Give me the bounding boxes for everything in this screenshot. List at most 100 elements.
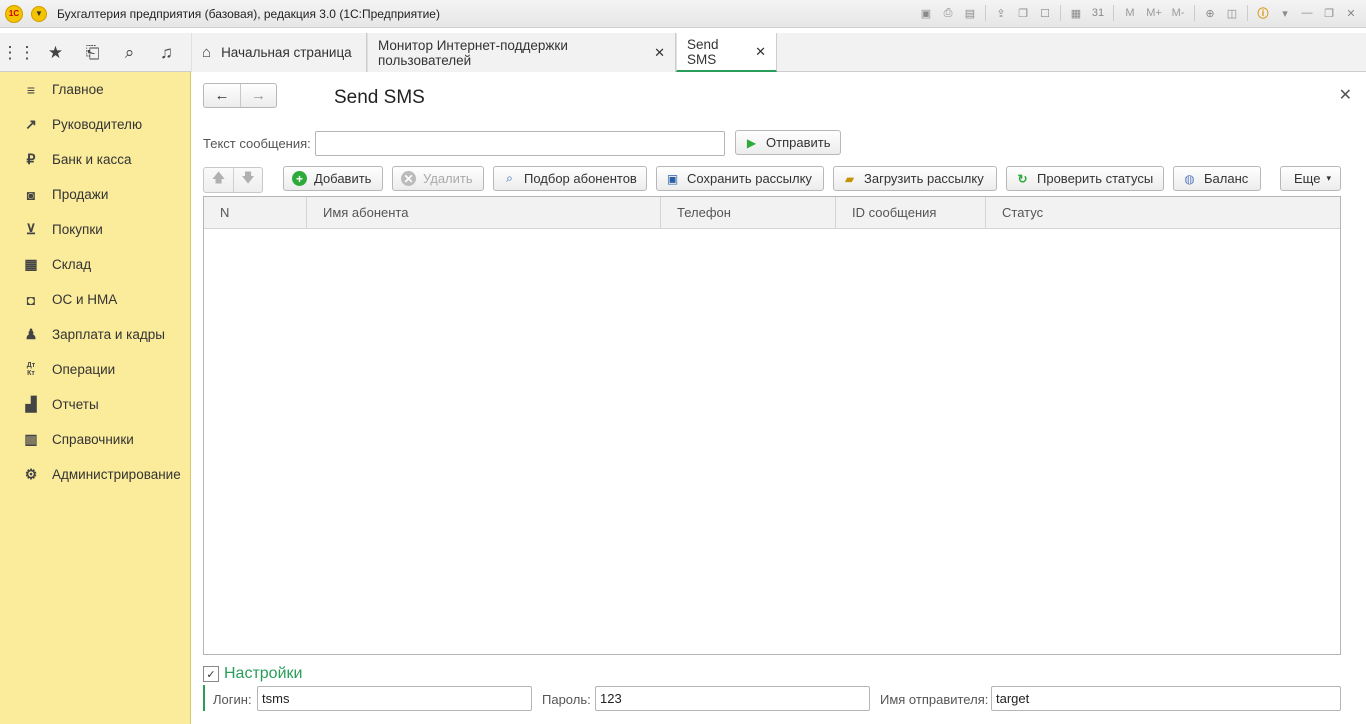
move-row-buttons: 🡅 🡇 <box>203 167 263 193</box>
info-icon[interactable]: ⓘ <box>1254 4 1272 22</box>
section-nav-icons: ⋮⋮ ★ ⎗ ⌕ ♫ <box>0 33 191 72</box>
column-header-phone[interactable]: Телефон <box>661 197 836 228</box>
page-title: Send SMS <box>334 87 425 108</box>
sidebar-item-manager[interactable]: ↗ Руководителю <box>0 107 190 142</box>
save-button-label: Сохранить рассылку <box>687 171 812 186</box>
add-button-label: Добавить <box>314 171 372 186</box>
login-field[interactable] <box>257 686 532 711</box>
home-icon: ⌂ <box>202 44 212 61</box>
sidebar-item-salary[interactable]: ♟ Зарплата и кадры <box>0 317 190 352</box>
toolbar-separator <box>1060 5 1061 21</box>
column-header-name[interactable]: Имя абонента <box>307 197 661 228</box>
zoom-icon[interactable]: ⊕ <box>1201 4 1219 22</box>
link-icon[interactable]: ☐ <box>1036 4 1054 22</box>
toolbar-separator <box>1194 5 1195 21</box>
subscribers-table[interactable]: N Имя абонента Телефон ID сообщения Стат… <box>203 196 1341 655</box>
cart-icon: ⊻ <box>25 221 37 237</box>
refresh-icon: ↻ <box>1017 171 1028 186</box>
chevron-down-icon[interactable]: ▾ <box>1276 4 1294 22</box>
apps-grid-icon[interactable]: ⋮⋮ <box>0 33 37 72</box>
bag-icon: ◙ <box>26 186 36 203</box>
forward-arrow-icon[interactable]: → <box>240 84 276 107</box>
sidebar-item-label: Зарплата и кадры <box>52 327 165 342</box>
search-icon[interactable]: ⌕ <box>111 33 148 72</box>
sidebar-item-operations[interactable]: Дт Кт Операции <box>0 352 190 387</box>
tab-support-monitor[interactable]: Монитор Интернет-поддержки пользователей… <box>367 33 676 72</box>
tab-label: Начальная страница <box>221 45 352 60</box>
close-icon[interactable]: ✕ <box>1339 85 1352 105</box>
memory-minus-icon[interactable]: M- <box>1168 4 1188 22</box>
login-label: Логин: <box>213 692 252 707</box>
delete-button[interactable]: ✕ Удалить <box>392 166 484 191</box>
copy-icon[interactable]: ❐ <box>1014 4 1032 22</box>
memory-plus-icon[interactable]: M+ <box>1144 4 1164 22</box>
sidebar-item-catalogs[interactable]: ▥ Справочники <box>0 422 190 457</box>
sections-sidebar: ≡ Главное ↗ Руководителю ₽ Банк и касса ◙ Пр… <box>0 72 191 724</box>
preview-icon[interactable]: ▤ <box>961 4 979 22</box>
send-document-icon[interactable]: ⇪ <box>992 4 1010 22</box>
sidebar-item-main[interactable]: ≡ Главное <box>0 72 190 107</box>
window-title: Бухгалтерия предприятия (базовая), редак… <box>57 6 440 21</box>
sidebar-item-admin[interactable]: ⚙ Администрирование <box>0 457 190 492</box>
load-mailing-button[interactable]: ▰ Загрузить рассылку <box>833 166 997 191</box>
sidebar-item-label: Администрирование <box>52 467 181 482</box>
arrow-up-icon[interactable]: 🡅 <box>204 168 233 192</box>
pick-subscribers-button[interactable]: ⌕ Подбор абонентов <box>493 166 647 191</box>
sender-name-field[interactable] <box>991 686 1341 711</box>
send-button[interactable]: ▶ Отправить <box>735 130 841 155</box>
menu-icon: ≡ <box>26 81 36 98</box>
print-icon[interactable]: ⎙ <box>939 4 957 22</box>
memory-icon[interactable]: M <box>1120 4 1140 22</box>
pick-button-label: Подбор абонентов <box>524 171 637 186</box>
bar-chart-icon: ▟ <box>25 396 37 412</box>
balance-button-label: Баланс <box>1204 171 1249 186</box>
sidebar-item-reports[interactable]: ▟ Отчеты <box>0 387 190 422</box>
send-button-label: Отправить <box>766 135 831 150</box>
tab-send-sms[interactable]: Send SMS ✕ <box>676 33 777 72</box>
dt-kt-icon: Дт Кт <box>26 361 36 377</box>
trend-icon: ↗ <box>25 116 37 132</box>
save-mailing-button[interactable]: ▣ Сохранить рассылку <box>656 166 824 191</box>
window-titlebar: 1С ▼ Бухгалтерия предприятия (базовая), … <box>0 0 1366 28</box>
save-icon[interactable]: ▣ <box>917 4 935 22</box>
toolbar-separator <box>1247 5 1248 21</box>
close-icon[interactable]: ✕ <box>1342 4 1360 22</box>
panels-icon[interactable]: ◫ <box>1223 4 1241 22</box>
close-icon[interactable]: ✕ <box>654 45 665 61</box>
tab-label: Монитор Интернет-поддержки пользователей <box>378 37 568 68</box>
tabs: ⌂ Начальная страница Монитор Интернет-по… <box>191 33 777 72</box>
sidebar-item-label: Отчеты <box>52 397 99 412</box>
sidebar-item-fixed-assets[interactable]: ◘ ОС и НМА <box>0 282 190 317</box>
balance-button[interactable]: ◍ Баланс <box>1173 166 1261 191</box>
restore-icon[interactable]: ❐ <box>1320 4 1338 22</box>
settings-toggle[interactable]: ✓ Настройки <box>203 665 302 683</box>
checkmark-icon[interactable]: ✓ <box>203 666 219 682</box>
check-statuses-button[interactable]: ↻ Проверить статусы <box>1006 166 1164 191</box>
more-button[interactable]: Еще ▾ <box>1280 166 1341 191</box>
minimize-icon[interactable]: — <box>1298 4 1316 22</box>
message-input[interactable] <box>315 131 725 156</box>
app-logo-icon[interactable]: 1С <box>5 4 23 23</box>
sidebar-item-purchases[interactable]: ⊻ Покупки <box>0 212 190 247</box>
star-icon[interactable]: ★ <box>37 33 74 72</box>
column-header-n[interactable]: N <box>204 197 307 228</box>
close-icon[interactable]: ✕ <box>755 44 766 60</box>
password-field[interactable] <box>595 686 870 711</box>
load-button-label: Загрузить рассылку <box>864 171 984 186</box>
arrow-down-icon[interactable]: 🡇 <box>233 168 262 192</box>
column-header-status[interactable]: Статус <box>986 197 1340 228</box>
history-icon[interactable]: ⎗ <box>74 33 111 72</box>
add-button[interactable]: + Добавить <box>283 166 383 191</box>
sidebar-item-bank[interactable]: ₽ Банк и касса <box>0 142 190 177</box>
tab-home[interactable]: ⌂ Начальная страница <box>191 33 367 72</box>
books-icon: ▥ <box>24 431 38 447</box>
sidebar-item-warehouse[interactable]: ▦ Склад <box>0 247 190 282</box>
main-menu-icon[interactable]: ▼ <box>31 5 47 22</box>
column-header-message-id[interactable]: ID сообщения <box>836 197 986 228</box>
bell-icon[interactable]: ♫ <box>148 33 185 72</box>
calculator-icon[interactable]: ▦ <box>1067 4 1085 22</box>
calendar-icon[interactable]: 31 <box>1089 4 1107 22</box>
sidebar-item-sales[interactable]: ◙ Продажи <box>0 177 190 212</box>
back-arrow-icon[interactable]: ← <box>204 84 240 107</box>
globe-icon: ◍ <box>1184 171 1195 186</box>
